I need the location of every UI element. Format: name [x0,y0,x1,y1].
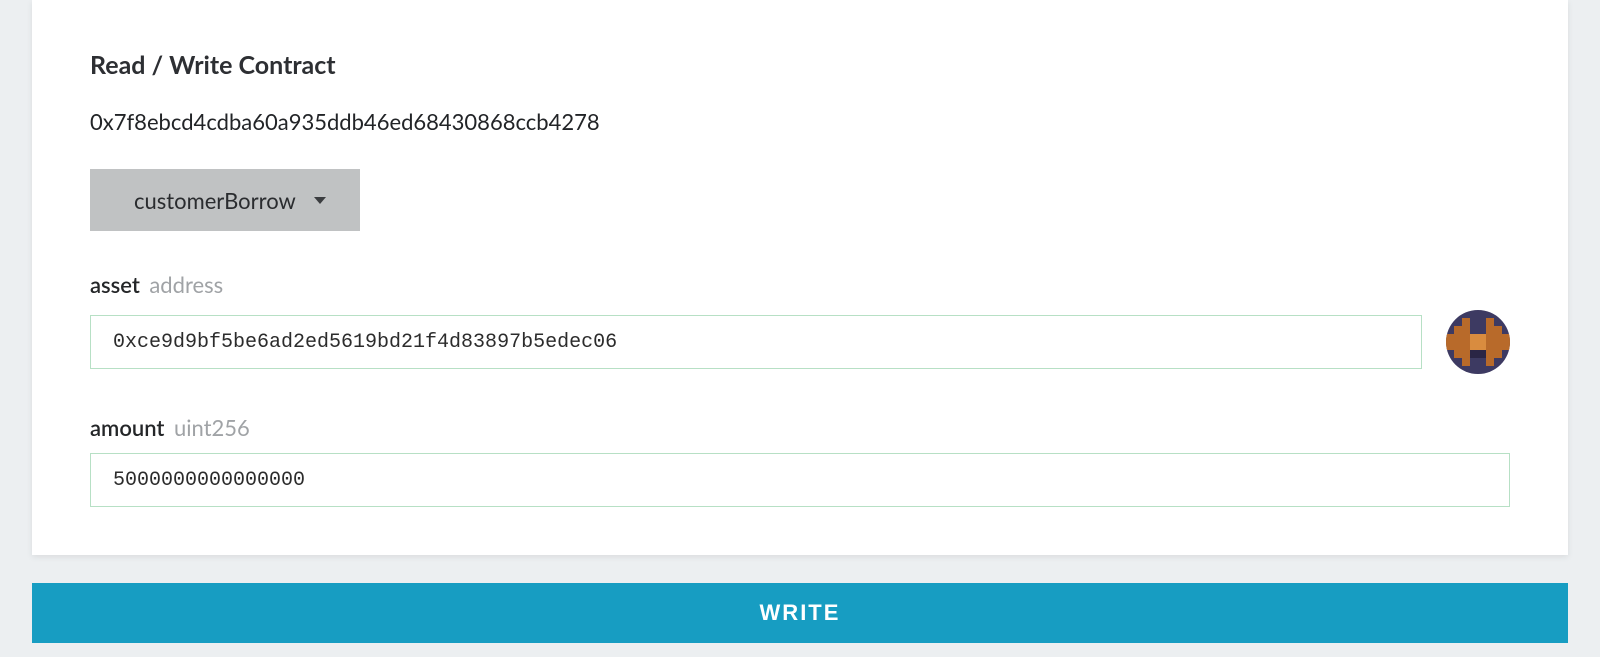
field-asset-type: address [149,271,223,298]
amount-input[interactable] [90,453,1510,507]
field-asset-name: asset [90,271,140,298]
field-asset: asset address [90,271,1510,374]
function-dropdown-label: customerBorrow [134,187,296,214]
address-identicon [1446,310,1510,374]
field-amount-name: amount [90,414,164,441]
function-dropdown[interactable]: customerBorrow [90,169,360,231]
field-amount-type: uint256 [174,414,250,441]
write-button[interactable]: WRITE [32,583,1568,643]
field-asset-label: asset address [90,271,1510,298]
contract-card: Read / Write Contract 0x7f8ebcd4cdba60a9… [32,0,1568,555]
field-amount-label: amount uint256 [90,414,1510,441]
page-title: Read / Write Contract [90,50,1510,80]
chevron-down-icon [314,197,326,204]
asset-input[interactable] [90,315,1422,369]
field-amount: amount uint256 [90,414,1510,507]
contract-address: 0x7f8ebcd4cdba60a935ddb46ed68430868ccb42… [90,108,1510,135]
